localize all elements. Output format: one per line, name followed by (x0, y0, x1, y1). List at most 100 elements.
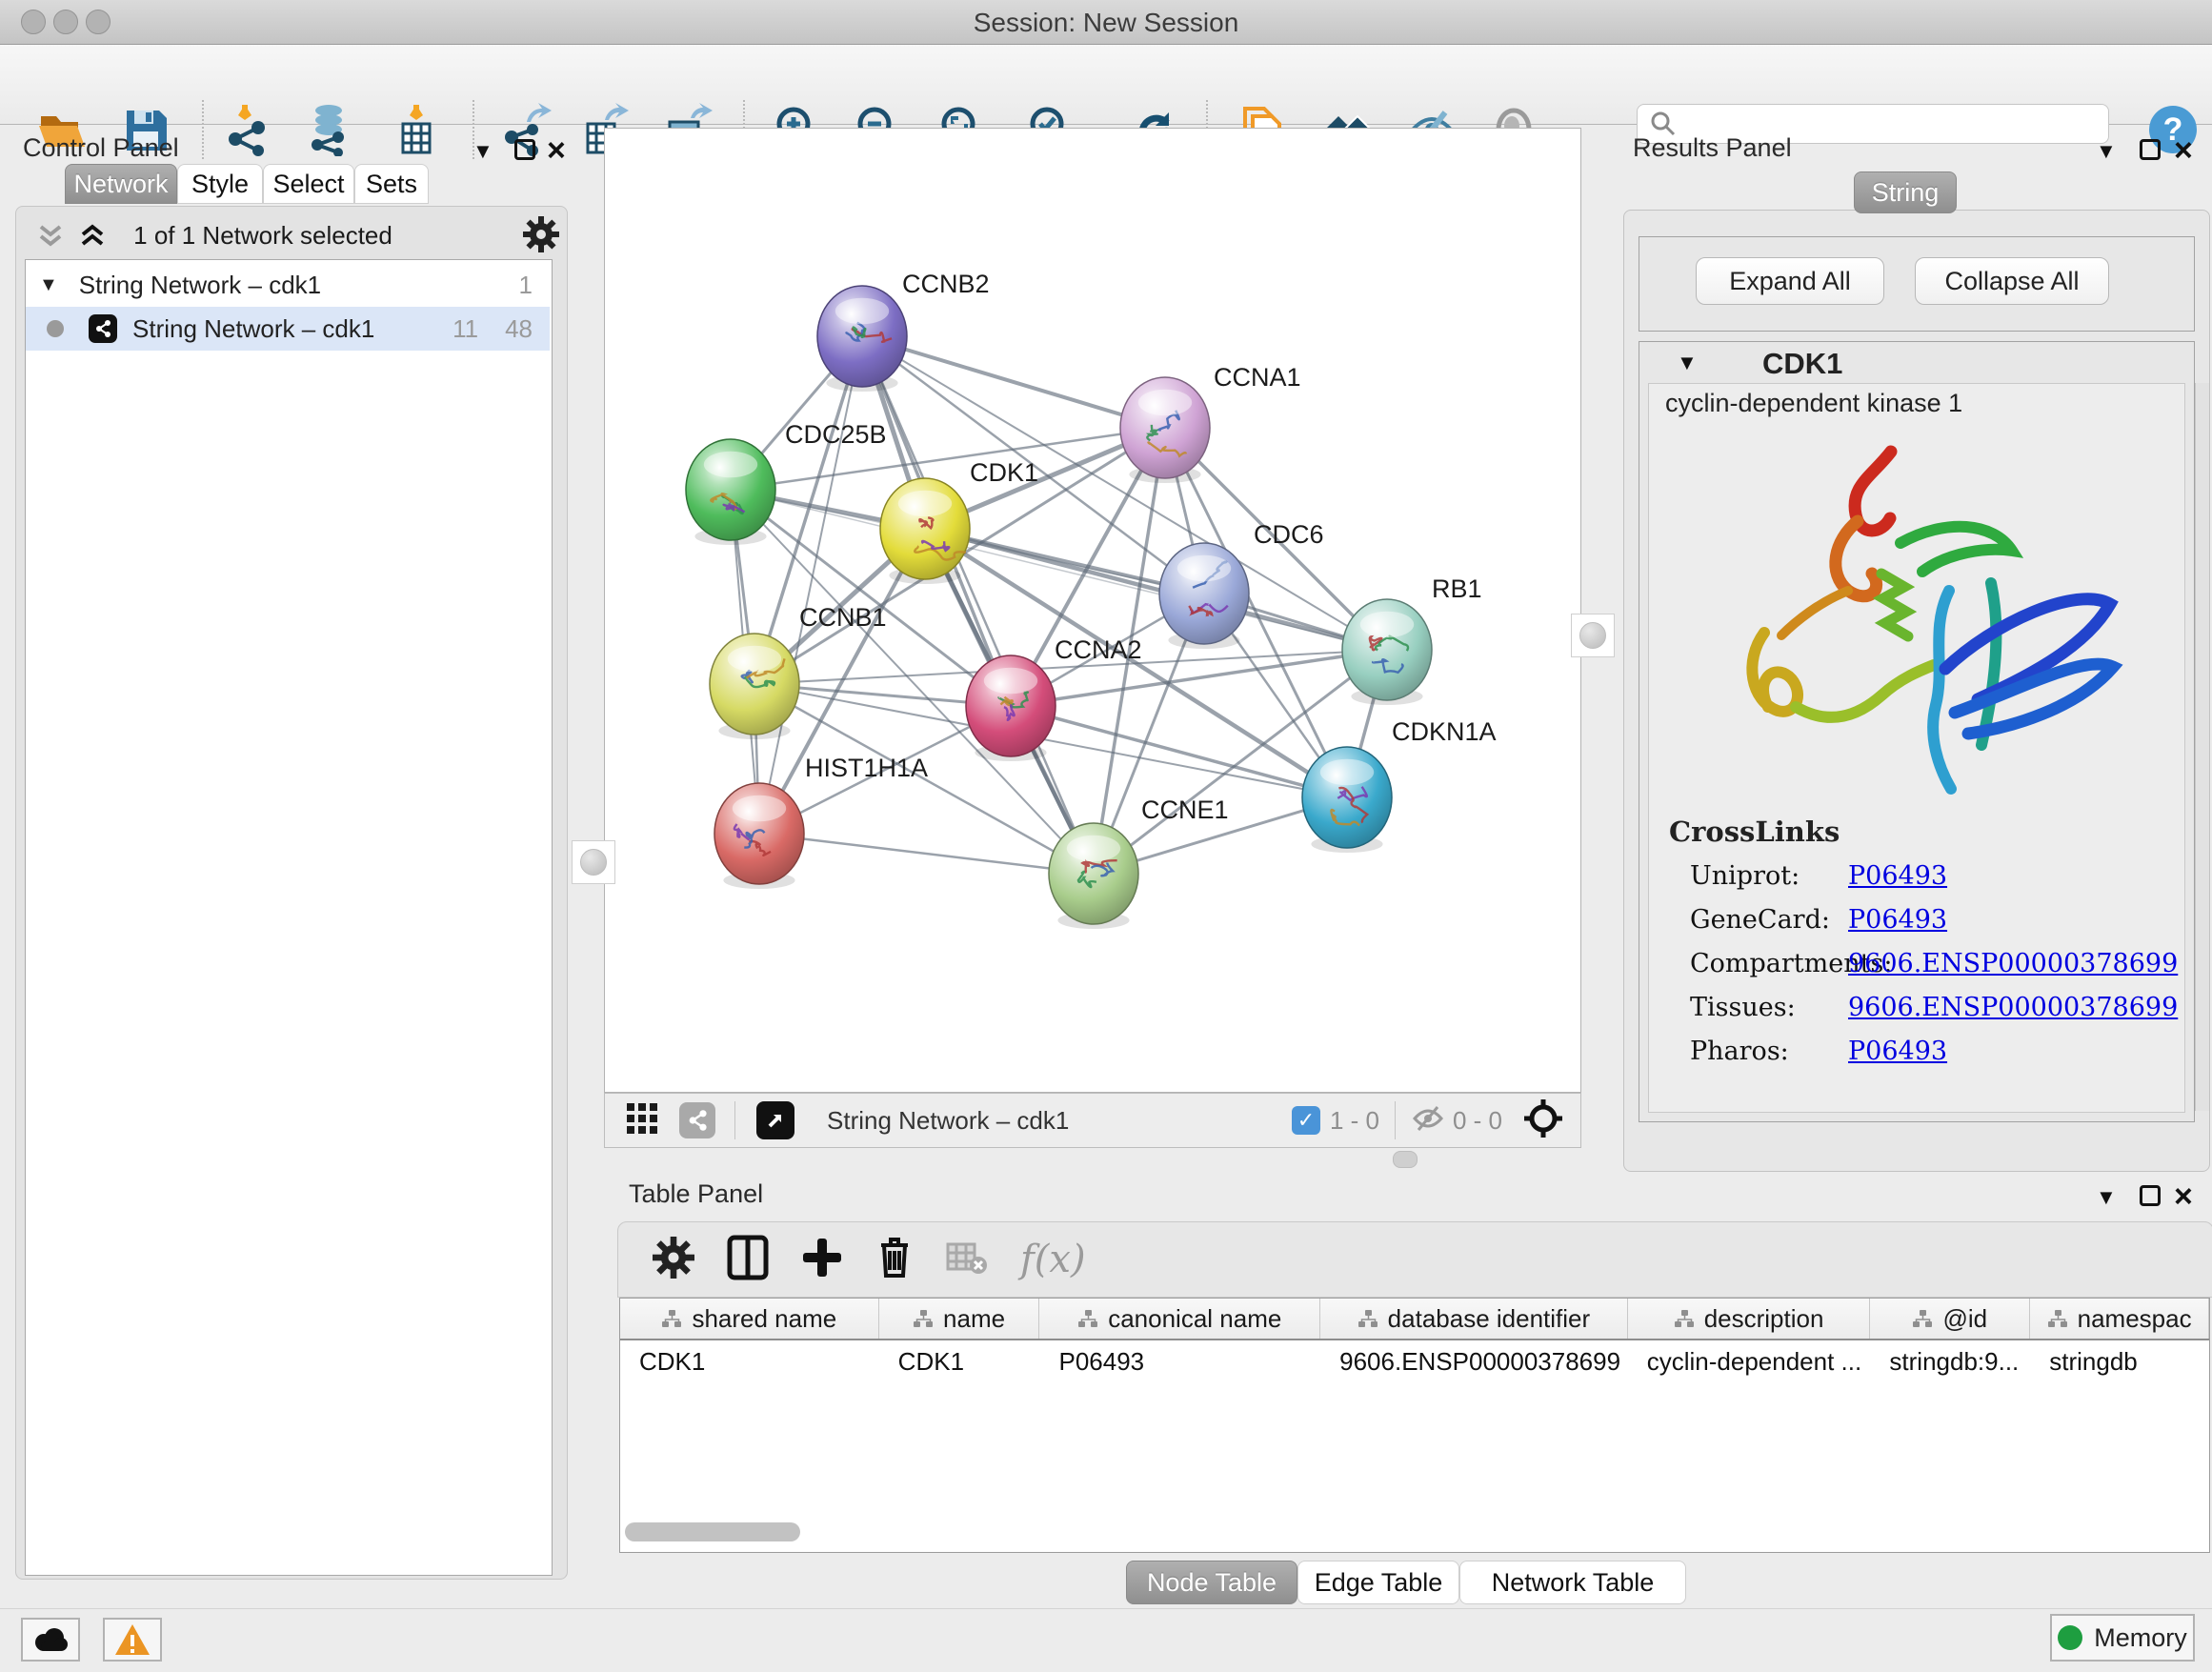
column-header-description[interactable]: description (1628, 1299, 1871, 1339)
import-database-icon[interactable] (301, 102, 356, 157)
tab-network-table[interactable]: Network Table (1459, 1561, 1686, 1604)
results-panel-close-icon[interactable]: × (2174, 139, 2193, 162)
edge-count: 48 (505, 314, 533, 344)
delete-column-icon[interactable] (875, 1236, 914, 1284)
crosslink-row: Compartments:9606.ENSP00000378699 (1690, 941, 2185, 985)
column-header-namespac[interactable]: namespac (2030, 1299, 2209, 1339)
tab-node-table[interactable]: Node Table (1126, 1561, 1297, 1604)
expand-all-button[interactable]: Expand All (1696, 257, 1884, 305)
selected-checkbox-icon[interactable]: ✓ (1292, 1106, 1320, 1135)
column-header-shared-name[interactable]: shared name (620, 1299, 879, 1339)
import-network-icon[interactable] (221, 102, 276, 157)
birdseye-toggle-icon[interactable] (1523, 1098, 1563, 1143)
tab-network[interactable]: Network (65, 164, 177, 204)
cloud-status-button[interactable] (21, 1618, 80, 1662)
column-header-canonical-name[interactable]: canonical name (1039, 1299, 1320, 1339)
control-panel-close-icon[interactable]: × (547, 139, 566, 162)
crosslink-label: Compartments: (1690, 949, 1848, 978)
warning-icon (113, 1622, 151, 1657)
network-canvas[interactable]: CCNB2CCNA1CDC25BCDK1CDC6RB1CCNB1CCNA2CDK… (604, 128, 1581, 1093)
network-current-dot-icon (47, 320, 64, 337)
crosslink-value-link[interactable]: P06493 (1848, 861, 1947, 891)
bottom-splitter-handle[interactable] (1393, 1151, 1418, 1168)
node-label-HIST1H1A: HIST1H1A (805, 754, 928, 782)
crosslink-value-link[interactable]: P06493 (1848, 1037, 1947, 1066)
cell-description[interactable]: cyclin-dependent ... (1628, 1347, 1871, 1377)
network-view-title: String Network – cdk1 (827, 1106, 1069, 1136)
add-column-icon[interactable] (801, 1237, 843, 1283)
grid-view-icon[interactable] (626, 1102, 658, 1139)
cell-name[interactable]: CDK1 (879, 1347, 1040, 1377)
table-settings-gear-icon[interactable] (653, 1237, 694, 1283)
node-label-CCNE1: CCNE1 (1141, 796, 1229, 824)
cdk1-section-title: CDK1 (1762, 347, 1842, 381)
network-options-gear-icon[interactable] (522, 215, 560, 258)
crosslink-row: Uniprot:P06493 (1690, 854, 2185, 897)
table-panel-float-icon[interactable]: ▼ (2096, 1185, 2117, 1210)
control-panel-float-icon[interactable]: ▼ (473, 139, 493, 164)
table-panel-title: Table Panel (629, 1179, 763, 1209)
crosslink-value-link[interactable]: P06493 (1848, 905, 1947, 935)
tab-sets[interactable]: Sets (354, 164, 429, 204)
memory-button[interactable]: Memory (2050, 1614, 2195, 1662)
results-panel-maximize-icon[interactable] (2140, 139, 2161, 160)
column-header--id[interactable]: @id (1870, 1299, 2030, 1339)
tab-edge-table[interactable]: Edge Table (1297, 1561, 1459, 1604)
network-tree (25, 259, 553, 1576)
results-scrollbar[interactable] (2195, 383, 2209, 1111)
cell-database-identifier[interactable]: 9606.ENSP00000378699 (1320, 1347, 1628, 1377)
table-row[interactable]: CDK1CDK1P064939606.ENSP00000378699cyclin… (620, 1340, 2209, 1382)
cell-shared-name[interactable]: CDK1 (620, 1347, 879, 1377)
collapse-all-button[interactable]: Collapse All (1915, 257, 2109, 305)
window-title: Session: New Session (0, 8, 2212, 38)
network-tree-item-row[interactable]: String Network – cdk1 11 48 (26, 307, 550, 351)
selected-count: 1 - 0 (1330, 1106, 1379, 1136)
crosslink-label: Pharos: (1690, 1037, 1848, 1066)
show-columns-icon[interactable] (727, 1235, 769, 1285)
hidden-count: 0 - 0 (1453, 1106, 1502, 1136)
table-panel-close-icon[interactable]: × (2174, 1185, 2193, 1208)
cdk1-expander-icon[interactable]: ▼ (1677, 351, 1698, 375)
tree-expander-icon[interactable]: ▼ (39, 274, 58, 296)
crosslink-label: Uniprot: (1690, 861, 1848, 891)
memory-ok-dot-icon (2058, 1625, 2082, 1650)
node-table[interactable]: shared namenamecanonical namedatabase id… (619, 1298, 2210, 1553)
main-toolbar: ? (0, 45, 2212, 125)
column-header-name[interactable]: name (879, 1299, 1040, 1339)
string-network-graph[interactable]: CCNB2CCNA1CDC25BCDK1CDC6RB1CCNB1CCNA2CDK… (605, 129, 1580, 1092)
tab-select[interactable]: Select (263, 164, 354, 204)
import-table-icon[interactable] (389, 102, 444, 157)
right-splitter-handle[interactable] (1571, 614, 1615, 657)
cloud-icon (31, 1626, 70, 1653)
crosslink-value-link[interactable]: 9606.ENSP00000378699 (1848, 993, 2178, 1022)
table-panel-maximize-icon[interactable] (2140, 1185, 2161, 1206)
cdk1-description: cyclin-dependent kinase 1 (1665, 389, 1962, 418)
table-toolbar: f(x) (617, 1221, 2212, 1298)
crosslink-row: Pharos:P06493 (1690, 1029, 2185, 1073)
table-header-row: shared namenamecanonical namedatabase id… (620, 1299, 2209, 1340)
crosslink-value-link[interactable]: 9606.ENSP00000378699 (1848, 949, 2178, 978)
cell-canonical-name[interactable]: P06493 (1039, 1347, 1320, 1377)
function-builder-icon[interactable]: f(x) (1020, 1238, 1086, 1281)
crosslink-row: GeneCard:P06493 (1690, 897, 2185, 941)
delete-table-icon[interactable] (946, 1240, 988, 1279)
left-splitter-handle[interactable] (572, 840, 615, 884)
table-hscrollbar-thumb[interactable] (625, 1522, 800, 1541)
tab-string[interactable]: String (1854, 171, 1957, 213)
node-label-CCNA1: CCNA1 (1214, 363, 1301, 392)
node-label-CCNB2: CCNB2 (902, 270, 990, 298)
results-panel-float-icon[interactable]: ▼ (2096, 139, 2117, 164)
network-tree-group-row[interactable]: ▼ String Network – cdk1 1 (26, 263, 550, 307)
cell--id[interactable]: stringdb:9... (1870, 1347, 2030, 1377)
share-view-icon[interactable] (679, 1102, 715, 1138)
node-label-CDKN1A: CDKN1A (1392, 717, 1497, 746)
column-header-database-identifier[interactable]: database identifier (1320, 1299, 1628, 1339)
detach-view-icon[interactable] (756, 1101, 794, 1139)
memory-label: Memory (2094, 1623, 2187, 1653)
crosslink-label: Tissues: (1690, 993, 1848, 1022)
tab-style[interactable]: Style (177, 164, 263, 204)
control-panel-maximize-icon[interactable] (514, 139, 535, 160)
warning-status-button[interactable] (103, 1618, 162, 1662)
hidden-eye-icon[interactable] (1411, 1104, 1445, 1138)
cell-namespac[interactable]: stringdb (2030, 1347, 2209, 1377)
